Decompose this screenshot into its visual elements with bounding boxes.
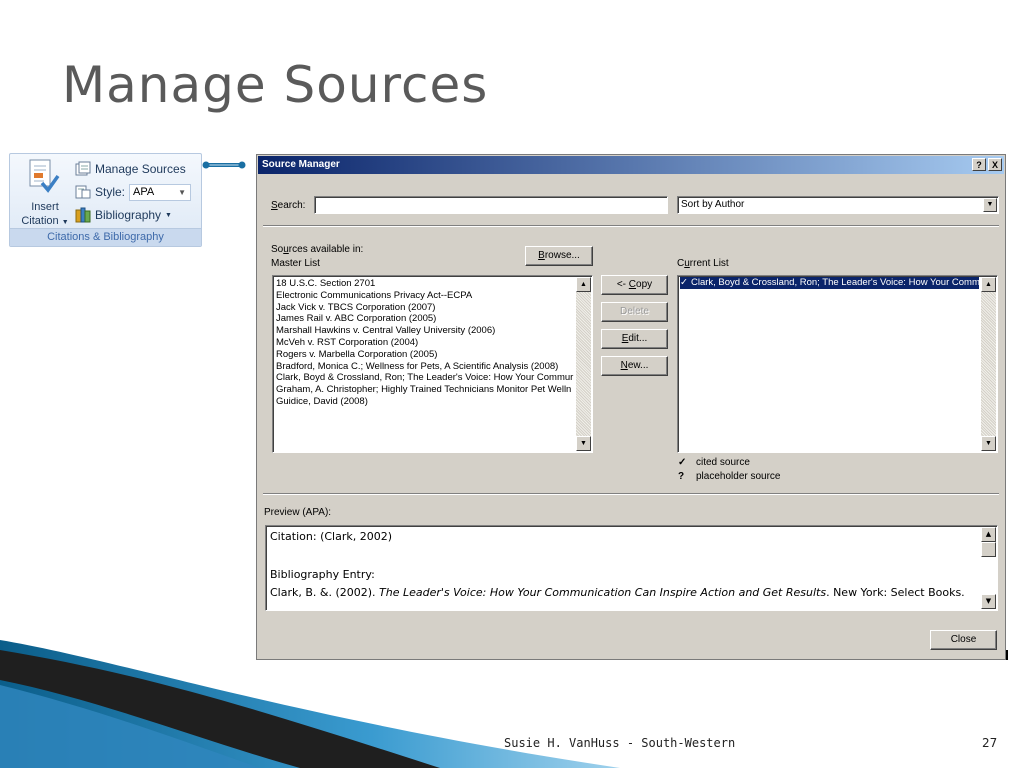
list-item[interactable]: Electronic Communications Privacy Act--E…	[276, 290, 574, 302]
insert-citation-icon	[29, 159, 60, 193]
style-control: Style: APA ▼	[74, 182, 192, 202]
list-item[interactable]: 18 U.S.C. Section 2701	[276, 278, 574, 290]
checkmark-icon: ✓	[678, 457, 687, 468]
list-item[interactable]: Rogers v. Marbella Corporation (2005)	[276, 349, 574, 361]
scroll-thumb[interactable]	[981, 542, 996, 557]
source-manager-dialog: Source Manager ? X Search: Sort by Autho…	[256, 154, 1006, 660]
list-item[interactable]: ✓ Clark, Boyd & Crossland, Ron; The Leade…	[680, 277, 979, 289]
copy-button[interactable]: <- Copy	[601, 275, 668, 295]
list-item-label: Clark, Boyd & Crossland, Ron; The Leader…	[690, 277, 979, 288]
page-number: 27	[982, 736, 998, 750]
manage-sources-button[interactable]: Manage Sources	[74, 159, 186, 179]
insert-citation-button[interactable]: Insert Citation ▼	[12, 157, 76, 229]
checkmark-icon: ✓	[680, 277, 688, 288]
help-button[interactable]: ?	[972, 158, 986, 171]
master-list[interactable]: 18 U.S.C. Section 2701 Electronic Communi…	[272, 275, 593, 453]
master-list-scrollbar[interactable]: ▲ ▼	[576, 277, 591, 451]
delete-button[interactable]: Delete	[601, 302, 668, 322]
chevron-down-icon: ▼	[165, 211, 172, 219]
footer-author: Susie H. VanHuss - South-Western	[504, 736, 736, 750]
close-button[interactable]: Close	[930, 630, 997, 650]
list-item[interactable]: Marshall Hawkins v. Central Valley Unive…	[276, 325, 574, 337]
current-list[interactable]: ✓ Clark, Boyd & Crossland, Ron; The Leade…	[677, 275, 998, 453]
list-item[interactable]: Jack Vick v. TBCS Corporation (2007)	[276, 302, 574, 314]
scroll-up-icon[interactable]: ▲	[576, 277, 591, 292]
dialog-title: Source Manager	[262, 159, 340, 170]
search-label: Search:	[271, 200, 306, 211]
preview-bib-entry: Clark, B. &. (2002). The Leader's Voice:…	[270, 586, 965, 599]
current-list-scrollbar[interactable]: ▲ ▼	[981, 277, 996, 451]
bibliography-button[interactable]: Bibliography ▼	[74, 205, 172, 225]
insert-citation-label: Insert Citation ▼	[21, 201, 69, 227]
sources-available-label: Sources available in:	[271, 244, 364, 255]
preview-scrollbar[interactable]: ▲ ▼	[981, 527, 996, 609]
bibliography-label: Bibliography	[95, 208, 162, 222]
preview-pane: Citation: (Clark, 2002) Bibliography Ent…	[265, 525, 998, 611]
scroll-down-icon[interactable]: ▼	[981, 594, 996, 609]
list-item[interactable]: James Rail v. ABC Corporation (2005)	[276, 313, 574, 325]
list-item[interactable]: Graham, A. Christopher; Highly Trained T…	[276, 384, 574, 396]
preview-citation: Citation: (Clark, 2002)	[270, 530, 393, 543]
manage-sources-label: Manage Sources	[95, 162, 186, 176]
question-mark-icon: ?	[678, 471, 685, 482]
legend-placeholder: ? placeholder source	[678, 471, 781, 482]
chevron-down-icon: ▼	[178, 187, 187, 197]
chevron-down-icon[interactable]: ▼	[983, 198, 997, 212]
bibliography-icon	[75, 207, 91, 223]
new-button[interactable]: New...	[601, 356, 668, 376]
list-item[interactable]: McVeh v. RST Corporation (2004)	[276, 337, 574, 349]
dialog-titlebar: Source Manager ? X	[258, 156, 1004, 174]
style-dropdown[interactable]: APA ▼	[129, 183, 192, 201]
sort-value: Sort by Author	[681, 199, 745, 210]
group-label: Citations & Bibliography	[10, 228, 201, 246]
sort-dropdown[interactable]: Sort by Author ▼	[677, 196, 999, 214]
browse-button[interactable]: Browse...	[525, 246, 593, 266]
preview-bib-heading: Bibliography Entry:	[270, 568, 375, 581]
style-icon	[75, 185, 91, 199]
slide-title: Manage Sources	[62, 56, 489, 114]
list-item[interactable]: Clark, Boyd & Crossland, Ron; The Leader…	[276, 372, 574, 384]
style-label: Style:	[95, 185, 126, 199]
master-list-label: Master List	[271, 258, 320, 269]
preview-label: Preview (APA):	[264, 507, 332, 518]
legend-cited: ✓ cited source	[678, 457, 750, 468]
divider	[263, 225, 999, 227]
edit-button[interactable]: Edit...	[601, 329, 668, 349]
scroll-up-icon[interactable]: ▲	[981, 277, 996, 292]
scroll-down-icon[interactable]: ▼	[981, 436, 996, 451]
list-item[interactable]: Bradford, Monica C.; Wellness for Pets, …	[276, 361, 574, 373]
ribbon-citations-group: Insert Citation ▼ Manage Sources Style: …	[9, 153, 202, 247]
current-list-label: Current List	[677, 258, 729, 269]
style-value: APA	[133, 185, 155, 198]
list-item[interactable]: Guidice, David (2008)	[276, 396, 574, 408]
scroll-down-icon[interactable]: ▼	[576, 436, 591, 451]
divider	[263, 493, 999, 495]
search-input[interactable]	[314, 196, 668, 214]
manage-sources-icon	[75, 161, 91, 176]
close-icon[interactable]: X	[988, 158, 1002, 171]
double-arrow-connector-icon	[202, 161, 246, 169]
scroll-up-icon[interactable]: ▲	[981, 527, 996, 542]
